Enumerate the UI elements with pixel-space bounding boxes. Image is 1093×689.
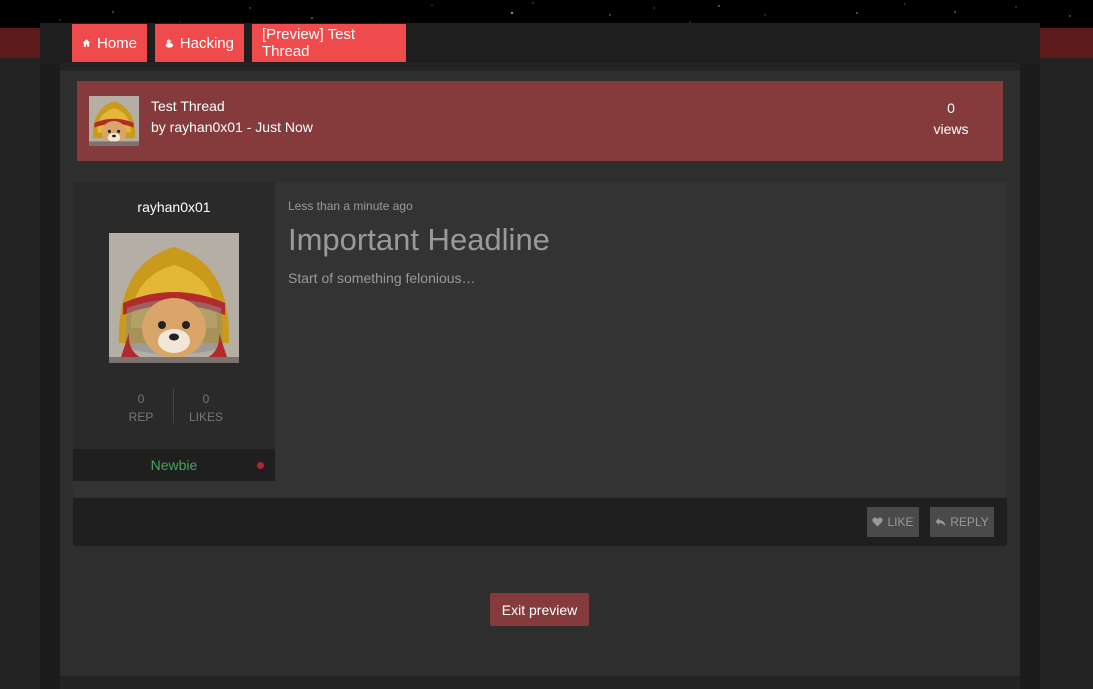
reply-icon [935, 518, 946, 527]
thread-meta: by rayhan0x01 - Just Now [151, 119, 313, 135]
heart-icon [872, 517, 884, 527]
rep-stat: 0 REP [111, 390, 171, 426]
astronaut-dog-avatar-icon [109, 233, 239, 363]
stat-divider [173, 388, 174, 423]
reply-label: REPLY [950, 515, 989, 529]
right-frame [1020, 62, 1040, 689]
post-timestamp: Less than a minute ago [288, 199, 413, 213]
post-action-bar: LIKE REPLY [73, 498, 1007, 546]
post-author-avatar[interactable] [109, 233, 239, 363]
thread-title[interactable]: Test Thread [151, 98, 225, 114]
post-headline: Important Headline [288, 222, 550, 257]
reply-button[interactable]: REPLY [930, 507, 994, 537]
home-icon [82, 39, 91, 47]
left-frame [40, 62, 60, 689]
post: rayhan0x01 0 REP 0 LIKES Newbie Less tha… [73, 182, 1007, 497]
like-button[interactable]: LIKE [867, 507, 919, 537]
views-counter: 0 views [921, 98, 981, 140]
exit-preview-button[interactable]: Exit preview [490, 593, 589, 626]
thread-author-avatar[interactable] [89, 96, 139, 146]
rep-label: REP [128, 410, 154, 424]
likes-value: 0 [202, 392, 210, 406]
rank-bar: Newbie [73, 449, 275, 481]
nav-current-thread-button[interactable]: [Preview] Test Thread [252, 24, 406, 62]
astronaut-dog-avatar-icon [89, 96, 139, 146]
post-body: Start of something felonious… [288, 270, 476, 286]
breadcrumb: Home Hacking [Preview] Test Thread [40, 23, 1040, 63]
user-rank: Newbie [150, 457, 198, 473]
thread-header: Test Thread by rayhan0x01 - Just Now 0 v… [77, 81, 1003, 161]
views-label: views [933, 121, 969, 137]
post-author-name[interactable]: rayhan0x01 [73, 199, 275, 215]
nav-home-button[interactable]: Home [72, 24, 147, 62]
user-panel: rayhan0x01 0 REP 0 LIKES Newbie [73, 182, 275, 481]
nav-home-label: Home [96, 34, 137, 52]
like-label: LIKE [887, 515, 914, 529]
nav-current-label: [Preview] Test Thread [262, 26, 356, 60]
likes-stat: 0 LIKES [176, 390, 236, 426]
nav-category-label: Hacking [179, 34, 234, 52]
rep-value: 0 [137, 392, 145, 406]
online-status-dot [257, 462, 264, 469]
likes-label: LIKES [188, 410, 224, 424]
views-count: 0 [947, 100, 955, 116]
main-content: Test Thread by rayhan0x01 - Just Now 0 v… [60, 71, 1020, 676]
nav-category-button[interactable]: Hacking [155, 24, 244, 62]
duck-icon [165, 38, 174, 48]
